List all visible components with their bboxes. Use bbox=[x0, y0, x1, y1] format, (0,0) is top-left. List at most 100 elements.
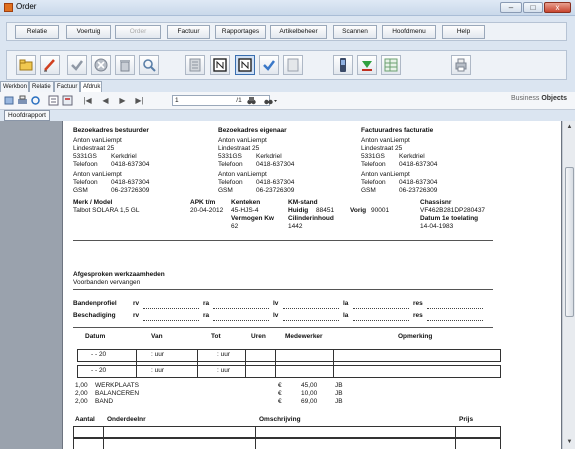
list-icon[interactable] bbox=[185, 55, 205, 75]
previous-page-button[interactable]: ◀ bbox=[100, 95, 111, 106]
approve-icon[interactable] bbox=[259, 55, 279, 75]
hours-van: : uur bbox=[151, 351, 165, 358]
phone-icon[interactable] bbox=[333, 55, 353, 75]
datum-toelating-value: 14-04-1983 bbox=[420, 223, 454, 230]
close-button[interactable]: x bbox=[544, 2, 571, 13]
spreadsheet-icon[interactable] bbox=[381, 55, 401, 75]
tab-afdruk[interactable]: Afdruk bbox=[80, 81, 102, 92]
menu-rapportages[interactable]: Rapportages bbox=[215, 25, 266, 39]
menu-help[interactable]: Help bbox=[442, 25, 485, 39]
tyre-ra-field bbox=[213, 313, 269, 321]
group-tree-hoofdrapport[interactable]: Hoofdrapport bbox=[4, 110, 50, 121]
minimize-button[interactable]: – bbox=[500, 2, 522, 13]
line-code: JB bbox=[335, 382, 343, 389]
last-page-button[interactable]: ▶| bbox=[134, 95, 145, 106]
form-icon[interactable] bbox=[210, 55, 230, 75]
trash-icon[interactable] bbox=[115, 55, 135, 75]
kenteken-label: Kenteken bbox=[231, 199, 261, 206]
line-qty: 1,00 bbox=[75, 382, 88, 389]
export-icon[interactable] bbox=[4, 95, 15, 106]
tyre-rv-label: rv bbox=[133, 312, 140, 319]
menu-scannen[interactable]: Scannen bbox=[333, 25, 377, 39]
line-currency: € bbox=[278, 382, 282, 389]
download-icon[interactable] bbox=[357, 55, 377, 75]
check-icon[interactable] bbox=[67, 55, 87, 75]
print-icon[interactable] bbox=[451, 55, 471, 75]
factuur-phone-label: Telefoon bbox=[361, 161, 386, 168]
factuur-postcode: 5331GS bbox=[361, 153, 385, 160]
scroll-up-icon[interactable]: ▲ bbox=[565, 123, 574, 132]
binoculars-icon[interactable] bbox=[246, 95, 257, 106]
bandenprofiel-label: Bandenprofiel bbox=[73, 300, 117, 307]
first-page-button[interactable]: |◀ bbox=[82, 95, 93, 106]
parameters-icon[interactable] bbox=[62, 95, 73, 106]
line-desc: BAND bbox=[95, 398, 114, 405]
tyre-res-label: res bbox=[413, 300, 423, 307]
menu-factuur[interactable]: Factuur bbox=[167, 25, 210, 39]
factuur-gsm: 06-23726309 bbox=[399, 187, 438, 194]
tab-werkbon[interactable]: Werkbon bbox=[0, 81, 29, 92]
zoom-icon[interactable] bbox=[262, 95, 278, 106]
eigenaar-name: Anton vanLiempt bbox=[218, 137, 267, 144]
tab-factuur[interactable]: Factuur bbox=[54, 81, 80, 92]
menu-hoofdmenu[interactable]: Hoofdmenu bbox=[382, 25, 436, 39]
tyre-la-field bbox=[353, 313, 409, 321]
tyre-ra-label: ra bbox=[203, 300, 210, 307]
tyre-la-label: la bbox=[343, 300, 349, 307]
line-qty: 2,00 bbox=[75, 390, 88, 397]
menu-artikelbeheer[interactable]: Artikelbeheer bbox=[270, 25, 327, 39]
parts-col-onderdeelnr: Onderdeelnr bbox=[107, 416, 146, 423]
line-price: 10,00 bbox=[301, 390, 318, 397]
menu-relatie[interactable]: Relatie bbox=[15, 25, 59, 39]
factuur-phone: 0418-637304 bbox=[399, 161, 438, 168]
vorig-label: Vorig bbox=[350, 207, 367, 214]
huidig-label: Huidig bbox=[288, 207, 309, 214]
factuur-city: Kerkdriel bbox=[399, 153, 425, 160]
scrollbar-thumb[interactable] bbox=[565, 167, 574, 317]
search-icon[interactable] bbox=[139, 55, 159, 75]
bestuurder-gsm-label: GSM bbox=[73, 187, 88, 194]
cancel-icon[interactable] bbox=[91, 55, 111, 75]
tyre-la-label: la bbox=[343, 312, 349, 319]
hours-divider bbox=[333, 349, 334, 378]
eigenaar-phone2: 0418-637304 bbox=[256, 179, 295, 186]
vorig-value: 90001 bbox=[371, 207, 390, 214]
hours-datum: - - 20 bbox=[91, 351, 107, 358]
next-page-button[interactable]: ▶ bbox=[117, 95, 128, 106]
app-icon bbox=[4, 3, 13, 12]
hours-divider bbox=[136, 349, 137, 378]
form-selected-icon[interactable] bbox=[235, 55, 255, 75]
parts-divider bbox=[255, 426, 256, 449]
parts-col-aantal: Aantal bbox=[75, 416, 95, 423]
datum-toelating-label: Datum 1e toelating bbox=[420, 215, 479, 222]
hours-divider bbox=[275, 349, 276, 378]
line-code: JB bbox=[335, 390, 343, 397]
refresh-icon[interactable] bbox=[30, 95, 41, 106]
print-report-icon[interactable] bbox=[17, 95, 28, 106]
group-tree-icon[interactable] bbox=[48, 95, 59, 106]
document-icon[interactable] bbox=[283, 55, 303, 75]
tyre-lv-label: lv bbox=[273, 300, 279, 307]
bestuurder-name2: Anton vanLiempt bbox=[73, 171, 122, 178]
hours-tot: : uur bbox=[217, 351, 231, 358]
bestuurder-phone: 0418-637304 bbox=[111, 161, 150, 168]
factuur-name2: Anton vanLiempt bbox=[361, 171, 410, 178]
parts-divider bbox=[455, 426, 456, 449]
hours-col-van: Van bbox=[151, 333, 163, 340]
km-stand-label: KM-stand bbox=[288, 199, 318, 206]
eigenaar-city: Kerkdriel bbox=[256, 153, 282, 160]
menu-order: Order bbox=[115, 25, 161, 39]
tab-relatie[interactable]: Relatie bbox=[29, 81, 54, 92]
eigenaar-name2: Anton vanLiempt bbox=[218, 171, 267, 178]
hours-divider bbox=[197, 349, 198, 378]
menu-voertuig[interactable]: Voertuig bbox=[66, 25, 111, 39]
tyre-rv-field bbox=[143, 301, 199, 309]
eigenaar-postcode: 5331GS bbox=[218, 153, 242, 160]
main-menu: Relatie Voertuig Order Factuur Rapportag… bbox=[6, 22, 567, 41]
new-folder-icon[interactable] bbox=[16, 55, 36, 75]
vertical-scrollbar[interactable]: ▲ ▼ bbox=[562, 121, 575, 449]
scroll-down-icon[interactable]: ▼ bbox=[565, 438, 574, 447]
vermogen-value: 62 bbox=[231, 223, 239, 230]
edit-pencil-icon[interactable] bbox=[40, 55, 60, 75]
maximize-button[interactable]: □ bbox=[523, 2, 543, 13]
